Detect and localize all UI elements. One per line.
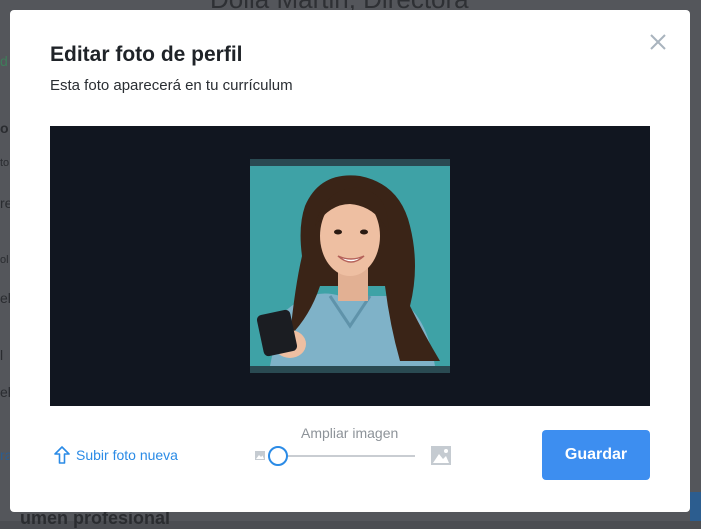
edit-photo-modal: Editar foto de perfil Esta foto aparecer…	[10, 10, 690, 512]
background-fragment: d	[0, 53, 8, 69]
profile-photo[interactable]	[250, 166, 450, 366]
small-image-icon	[255, 451, 265, 460]
background-button	[690, 492, 701, 521]
modal-title: Editar foto de perfil	[50, 43, 243, 66]
zoom-label: Ampliar imagen	[301, 425, 399, 441]
save-button[interactable]: Guardar	[542, 430, 650, 480]
zoom-slider-track[interactable]	[272, 455, 415, 457]
background-fragment: l	[0, 347, 4, 363]
upload-new-photo-button[interactable]: Subir foto nueva	[54, 446, 178, 464]
large-image-icon	[431, 446, 451, 465]
zoom-slider-thumb[interactable]	[268, 446, 288, 466]
close-icon	[650, 34, 666, 50]
background-fragment: ol	[0, 254, 9, 266]
background-fragment: to	[0, 157, 10, 169]
close-button[interactable]	[648, 32, 668, 52]
arrow-up-icon	[54, 446, 70, 464]
modal-subtitle: Esta foto aparecerá en tu currículum	[50, 77, 293, 94]
upload-label: Subir foto nueva	[76, 447, 178, 463]
photo-crop-area[interactable]	[50, 126, 650, 406]
background-fragment: o	[0, 120, 9, 136]
